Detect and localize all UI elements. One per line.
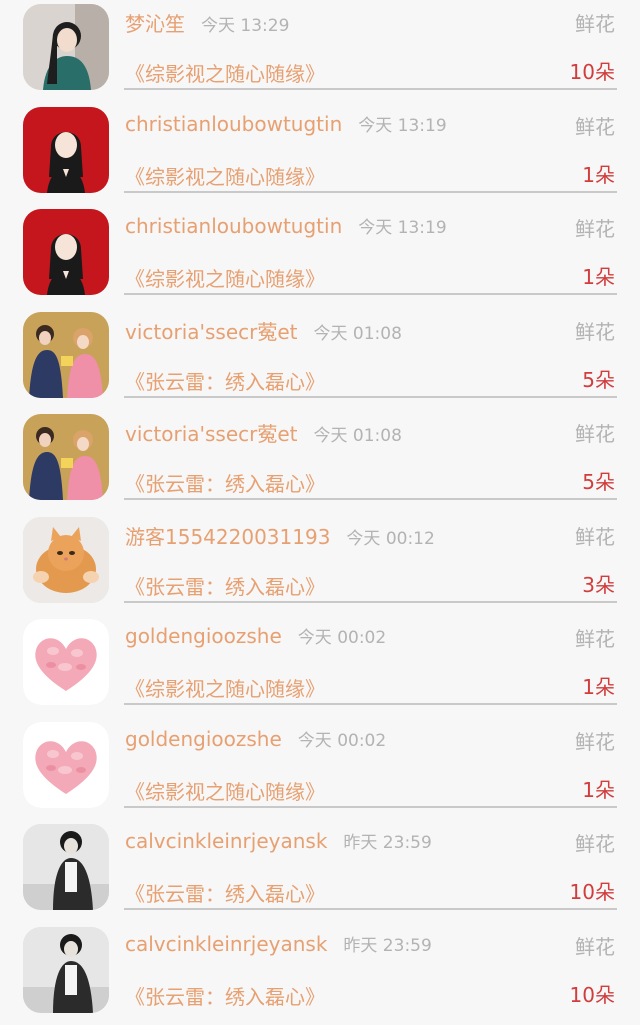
divider [124,396,617,398]
gift-count: 5朵 [582,466,615,495]
divider [124,703,617,705]
gift-count: 1朵 [582,671,615,700]
girl-painting-avatar-icon[interactable] [23,4,109,90]
list-item[interactable]: christianloubowtugtin今天 13:19 鲜花 《综影视之随心… [0,205,640,308]
book-title[interactable]: 《综影视之随心随缘》 [125,58,325,87]
list-item[interactable]: calvcinkleinrjeyansk昨天 23:59 鲜花 《张云雷：绣入磊… [0,923,640,1025]
gift-type-label: 鲜花 [575,521,615,550]
divider [124,806,617,808]
couple-gift-avatar-icon[interactable] [23,414,109,500]
list-item[interactable]: christianloubowtugtin今天 13:19 鲜花 《综影视之随心… [0,103,640,206]
cartoon-girl-red-avatar-icon[interactable] [23,209,109,295]
gift-type-label: 鲜花 [575,623,615,652]
book-title[interactable]: 《综影视之随心随缘》 [125,776,325,805]
book-title[interactable]: 《综影视之随心随缘》 [125,161,325,190]
timestamp: 今天 13:29 [201,16,289,36]
list-item[interactable]: 梦沁笙今天 13:29 鲜花 《综影视之随心随缘》 10朵 [0,0,640,103]
kitten-avatar-icon[interactable] [23,517,109,603]
timestamp: 今天 01:08 [314,324,402,344]
book-title[interactable]: 《综影视之随心随缘》 [125,263,325,292]
divider [124,498,617,500]
timestamp: 今天 00:02 [298,731,386,751]
divider [124,191,617,193]
petal-heart-avatar-icon[interactable] [23,619,109,705]
gift-count: 10朵 [570,979,615,1008]
cartoon-girl-red-avatar-icon[interactable] [23,107,109,193]
list-item[interactable]: goldengioozshe今天 00:02 鲜花 《综影视之随心随缘》 1朵 [0,615,640,718]
book-title[interactable]: 《张云雷：绣入磊心》 [125,571,325,600]
username[interactable]: calvcinkleinrjeyansk昨天 23:59 [125,931,432,956]
gift-count: 10朵 [570,56,615,85]
username[interactable]: victoria'ssecr蒬et今天 01:08 [125,316,402,345]
username[interactable]: victoria'ssecr蒬et今天 01:08 [125,418,402,447]
divider [124,293,617,295]
petal-heart-avatar-icon[interactable] [23,722,109,808]
book-title[interactable]: 《张云雷：绣入磊心》 [125,468,325,497]
gift-count: 10朵 [570,876,615,905]
couple-gift-avatar-icon[interactable] [23,312,109,398]
timestamp: 昨天 23:59 [343,936,431,956]
username[interactable]: calvcinkleinrjeyansk昨天 23:59 [125,828,432,853]
gift-count: 5朵 [582,364,615,393]
gift-type-label: 鲜花 [575,931,615,960]
gift-type-label: 鲜花 [575,213,615,242]
timestamp: 今天 13:19 [358,116,446,136]
list-item[interactable]: victoria'ssecr蒬et今天 01:08 鲜花 《张云雷：绣入磊心》 … [0,308,640,411]
gift-count: 1朵 [582,261,615,290]
gift-count: 3朵 [582,569,615,598]
divider [124,88,617,90]
divider [124,908,617,910]
gift-count: 1朵 [582,774,615,803]
username[interactable]: christianloubowtugtin今天 13:19 [125,111,447,136]
list-item[interactable]: victoria'ssecr蒬et今天 01:08 鲜花 《张云雷：绣入磊心》 … [0,410,640,513]
boy-bw-avatar-icon[interactable] [23,824,109,910]
divider [124,601,617,603]
book-title[interactable]: 《张云雷：绣入磊心》 [125,878,325,907]
gift-type-label: 鲜花 [575,418,615,447]
gift-record-list: 梦沁笙今天 13:29 鲜花 《综影视之随心随缘》 10朵 christianl… [0,0,640,1013]
timestamp: 今天 13:19 [358,218,446,238]
list-item[interactable]: 游客1554220031193今天 00:12 鲜花 《张云雷：绣入磊心》 3朵 [0,513,640,616]
gift-count: 1朵 [582,159,615,188]
list-item[interactable]: goldengioozshe今天 00:02 鲜花 《综影视之随心随缘》 1朵 [0,718,640,821]
username[interactable]: goldengioozshe今天 00:02 [125,623,386,648]
gift-type-label: 鲜花 [575,726,615,755]
username[interactable]: christianloubowtugtin今天 13:19 [125,213,447,238]
timestamp: 今天 01:08 [314,426,402,446]
gift-type-label: 鲜花 [575,828,615,857]
gift-type-label: 鲜花 [575,316,615,345]
boy-bw-avatar-icon[interactable] [23,927,109,1013]
username[interactable]: 梦沁笙今天 13:29 [125,8,289,37]
book-title[interactable]: 《张云雷：绣入磊心》 [125,366,325,395]
timestamp: 今天 00:12 [346,529,434,549]
book-title[interactable]: 《综影视之随心随缘》 [125,673,325,702]
timestamp: 昨天 23:59 [343,833,431,853]
username[interactable]: 游客1554220031193今天 00:12 [125,521,435,550]
timestamp: 今天 00:02 [298,628,386,648]
gift-type-label: 鲜花 [575,111,615,140]
list-item[interactable]: calvcinkleinrjeyansk昨天 23:59 鲜花 《张云雷：绣入磊… [0,820,640,923]
gift-type-label: 鲜花 [575,8,615,37]
username[interactable]: goldengioozshe今天 00:02 [125,726,386,751]
book-title[interactable]: 《张云雷：绣入磊心》 [125,981,325,1010]
